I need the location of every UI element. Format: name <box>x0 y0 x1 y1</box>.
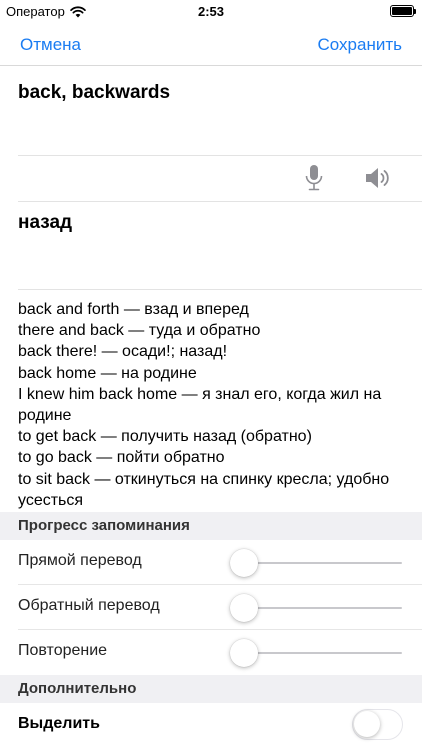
cancel-button[interactable]: Отмена <box>20 35 81 55</box>
extra-section-header: Дополнительно <box>0 675 422 703</box>
example-line: back and forth — взад и вперед <box>18 301 249 318</box>
example-line: to sit back — откинуться на спинку кресл… <box>18 470 394 509</box>
example-line: I knew him back home — я знал его, когда… <box>18 385 386 425</box>
word-field[interactable]: back, backwards <box>18 82 170 104</box>
reverse-translation-label: Обратный перевод <box>18 597 160 614</box>
microphone-icon[interactable] <box>302 164 326 192</box>
forward-translation-label: Прямой перевод <box>18 552 142 569</box>
clock: 2:53 <box>197 4 225 19</box>
save-button[interactable]: Сохранить <box>318 35 402 55</box>
examples-text[interactable]: back and forth — взад и вперед there and… <box>18 299 412 511</box>
reverse-translation-slider-thumb[interactable] <box>230 594 258 622</box>
repetition-label: Повторение <box>18 642 108 659</box>
translation-divider <box>18 289 422 290</box>
highlight-toggle-knob[interactable] <box>354 711 380 737</box>
status-bar: Оператор 2:53 <box>0 0 422 22</box>
example-line: to go back — пойти обратно <box>18 449 225 467</box>
row-divider <box>18 584 422 585</box>
battery-icon <box>390 5 416 17</box>
example-line: back home — на родине <box>18 364 197 382</box>
highlight-toggle[interactable] <box>352 709 403 740</box>
word-divider <box>18 155 422 156</box>
progress-section-header: Прогресс запоминания <box>0 512 422 540</box>
row-divider <box>18 629 422 630</box>
speaker-icon[interactable] <box>364 165 392 191</box>
nav-bar: Отмена Сохранить <box>0 22 422 66</box>
audio-divider <box>18 201 422 202</box>
example-line: there and back — туда и обратно <box>18 322 261 340</box>
reverse-translation-slider[interactable] <box>244 607 402 609</box>
forward-translation-slider[interactable] <box>244 562 402 564</box>
highlight-label: Выделить <box>18 715 100 732</box>
translation-field[interactable]: назад <box>18 212 72 234</box>
example-line: back there! — осади!; назад! <box>18 343 228 361</box>
example-line: to get back — получить назад (обратно) <box>18 428 312 446</box>
repetition-slider-thumb[interactable] <box>230 639 258 667</box>
forward-translation-slider-thumb[interactable] <box>230 549 258 577</box>
repetition-slider[interactable] <box>244 652 402 654</box>
